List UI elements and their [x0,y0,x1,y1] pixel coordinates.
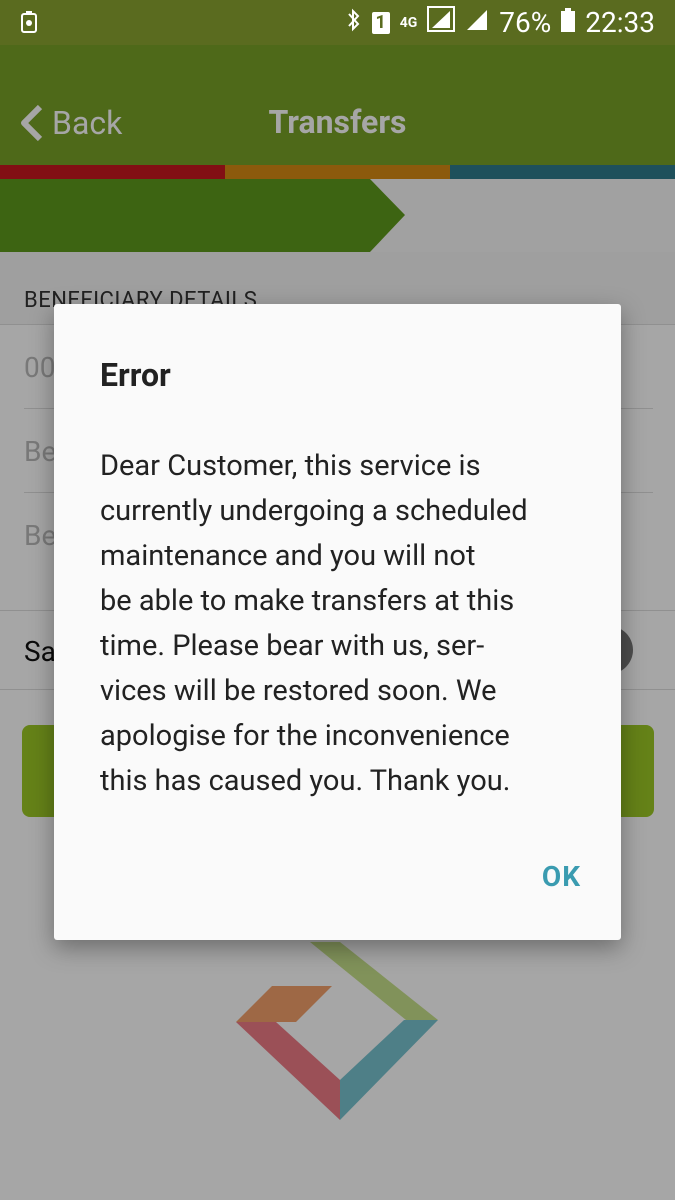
battery-percent: 76% [499,6,552,39]
ok-button[interactable]: OK [542,860,581,893]
bluetooth-icon [346,6,362,39]
sim-icon: 1 [371,11,390,34]
dialog-message: Dear Customer, this service is currently… [100,449,528,798]
signal-icon-2 [465,6,489,39]
status-icons: 1 4G 76% 22:33 [346,0,655,45]
clock: 22:33 [585,6,655,39]
battery-saver-icon [21,11,37,33]
signal-icon [427,6,456,39]
network-type-label: 4G [399,14,418,31]
battery-icon [561,6,576,39]
error-dialog: Error Dear Customer, this service is cur… [54,304,621,940]
status-bar: 1 4G 76% 22:33 [0,0,675,45]
dialog-title: Error [100,356,171,394]
